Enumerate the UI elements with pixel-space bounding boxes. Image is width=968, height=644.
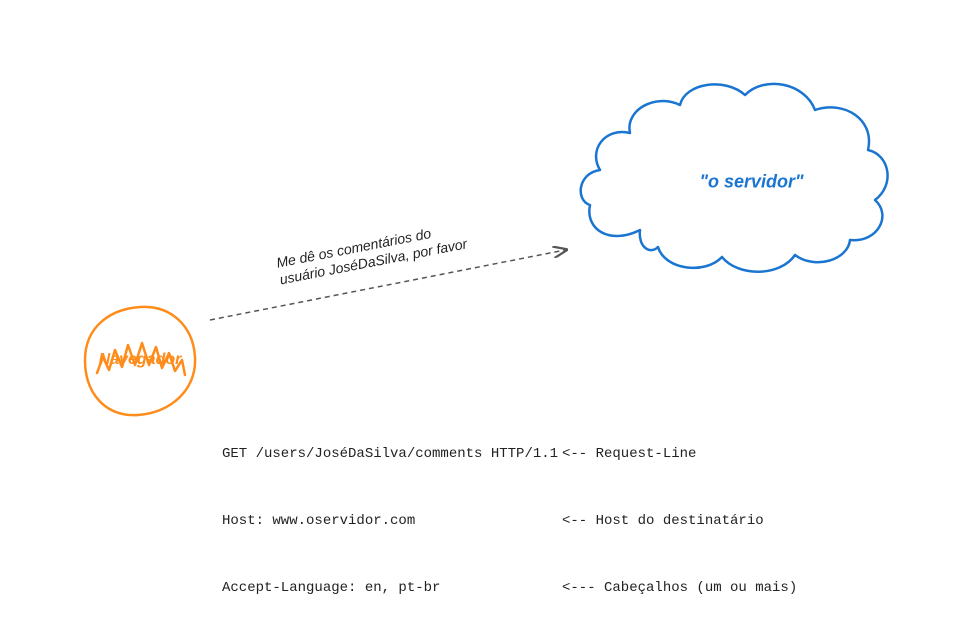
http-host-line: Host: www.oservidor.com <-- Host do dest… <box>222 510 797 532</box>
diagram-container: Navegador "o servidor" Me dê os comentár… <box>0 0 968 572</box>
http-request-line: GET /users/JoséDaSilva/comments HTTP/1.1… <box>222 443 797 465</box>
http-row1-right: <-- Request-Line <box>562 443 696 465</box>
http-row2-left: Host: www.oservidor.com <box>222 510 562 532</box>
request-arrow: Me dê os comentários do usuário JoséDaSi… <box>205 220 575 330</box>
http-headers-line: Accept-Language: en, pt-br <--- Cabeçalh… <box>222 577 797 599</box>
http-row2-right: <-- Host do destinatário <box>562 510 764 532</box>
server-cloud-node: "o servidor" <box>570 55 900 285</box>
http-request-block: GET /users/JoséDaSilva/comments HTTP/1.1… <box>222 398 797 644</box>
http-row1-left: GET /users/JoséDaSilva/comments HTTP/1.1 <box>222 443 562 465</box>
browser-node: Navegador <box>75 295 205 425</box>
server-label: "o servidor" <box>699 171 803 192</box>
cloud-icon <box>570 55 900 285</box>
http-row3-left: Accept-Language: en, pt-br <box>222 577 562 599</box>
http-row3-right: <--- Cabeçalhos (um ou mais) <box>562 577 797 599</box>
browser-label: Navegador <box>99 351 182 369</box>
